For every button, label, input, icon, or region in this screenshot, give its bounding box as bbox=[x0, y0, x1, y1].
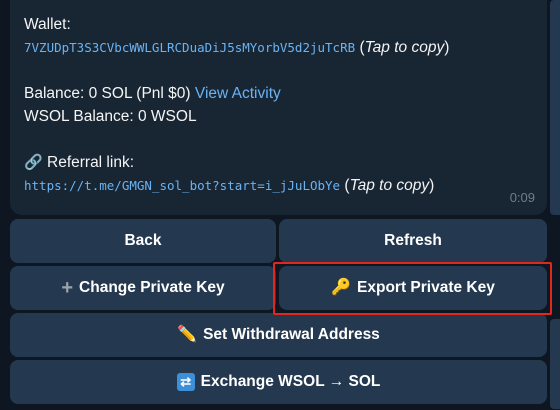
key-icon: 🔑 bbox=[331, 279, 352, 296]
scroll-tab bbox=[550, 0, 560, 215]
change-private-key-button[interactable]: + Change Private Key bbox=[10, 266, 276, 310]
referral-url[interactable]: https://t.me/GMGN_sol_bot?start=i_jJuLOb… bbox=[24, 178, 340, 193]
message-bubble: Wallet: 7VZUDpT3S3CVbcWWLGLRCDuaDiJ5sMYo… bbox=[10, 0, 547, 215]
exchange-wsol-label: Exchange WSOL → SOL bbox=[200, 373, 381, 390]
export-private-key-label: Export Private Key bbox=[357, 279, 495, 296]
exchange-wsol-button[interactable]: ⇄ Exchange WSOL → SOL bbox=[10, 360, 547, 404]
set-withdrawal-address-button[interactable]: ✏️ Set Withdrawal Address bbox=[10, 313, 547, 357]
balance-row: Balance: 0 SOL (Pnl $0) View Activity bbox=[24, 82, 533, 105]
shuffle-icon: ⇄ bbox=[176, 373, 195, 391]
view-activity-link[interactable]: View Activity bbox=[195, 85, 281, 102]
wsol-balance: WSOL Balance: 0 WSOL bbox=[24, 108, 197, 125]
wallet-address[interactable]: 7VZUDpT3S3CVbcWWLGLRCDuaDiJ5sMYorbV5d2ju… bbox=[24, 40, 355, 55]
pencil-icon: ✏️ bbox=[177, 326, 198, 343]
tap-to-copy-hint: (Tap to copy) bbox=[344, 177, 435, 194]
referral-row: 🔗 Referral link: bbox=[24, 151, 533, 174]
referral-url-row: https://t.me/GMGN_sol_bot?start=i_jJuLOb… bbox=[24, 174, 533, 197]
change-private-key-label: Change Private Key bbox=[79, 279, 225, 296]
refresh-button[interactable]: Refresh bbox=[279, 219, 547, 263]
tap-to-copy-hint: (Tap to copy) bbox=[359, 39, 450, 56]
chat-view: Wallet: 7VZUDpT3S3CVbcWWLGLRCDuaDiJ5sMYo… bbox=[0, 0, 560, 410]
back-button[interactable]: Back bbox=[10, 219, 276, 263]
scroll-tab bbox=[550, 319, 560, 409]
message-time: 0:09 bbox=[509, 190, 535, 205]
refresh-button-label: Refresh bbox=[384, 232, 442, 249]
referral-label: Referral link: bbox=[47, 154, 134, 171]
balance-text: Balance: 0 SOL (Pnl $0) bbox=[24, 85, 191, 102]
plus-icon: + bbox=[61, 277, 74, 299]
wallet-row: 7VZUDpT3S3CVbcWWLGLRCDuaDiJ5sMYorbV5d2ju… bbox=[24, 36, 533, 59]
link-icon: 🔗 bbox=[24, 154, 43, 171]
wallet-label: Wallet: bbox=[24, 16, 71, 33]
back-button-label: Back bbox=[124, 232, 162, 249]
set-withdrawal-address-label: Set Withdrawal Address bbox=[203, 326, 380, 343]
export-private-key-button[interactable]: 🔑 Export Private Key bbox=[279, 266, 547, 310]
